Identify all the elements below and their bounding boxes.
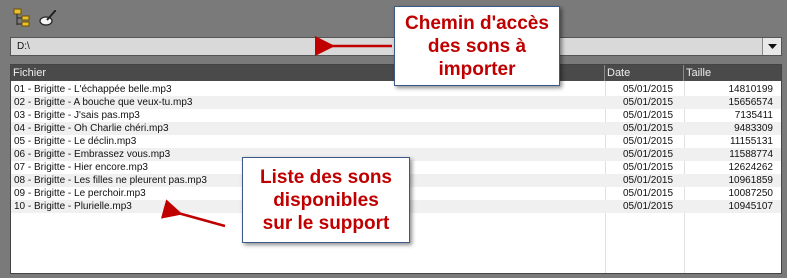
callout-list: Liste des sons disponibles sur le suppor…: [242, 157, 410, 243]
callout-path: Chemin d'accès des sons à importer: [394, 6, 560, 86]
chevron-down-icon: [767, 43, 777, 49]
size-cell: 10945107: [728, 201, 774, 212]
folder-tree-icon[interactable]: [12, 8, 32, 28]
file-name-cell: 10 - Brigitte - Plurielle.mp3: [14, 201, 132, 212]
file-name-cell: 06 - Brigitte - Embrassez vous.mp3: [14, 149, 171, 160]
size-cell: 7135411: [734, 110, 773, 121]
table-row[interactable]: 02 - Brigitte - A bouche que veux-tu.mp3…: [11, 96, 781, 109]
date-cell: 05/01/2015: [623, 162, 674, 173]
callout-line: importer: [438, 58, 516, 80]
file-name-cell: 02 - Brigitte - A bouche que veux-tu.mp3: [14, 97, 193, 108]
table-row[interactable]: 04 - Brigitte - Oh Charlie chéri.mp3 05/0…: [11, 122, 781, 135]
file-name-cell: 09 - Brigitte - Le perchoir.mp3: [14, 188, 146, 199]
date-cell: 05/01/2015: [623, 175, 674, 186]
size-cell: 10961859: [728, 175, 774, 186]
size-cell: 10087250: [728, 188, 774, 199]
date-cell: 05/01/2015: [623, 123, 674, 134]
column-header-size[interactable]: Taille: [684, 65, 781, 81]
size-cell: 12624262: [728, 162, 774, 173]
date-cell: 05/01/2015: [623, 149, 674, 160]
file-name-cell: 04 - Brigitte - Oh Charlie chéri.mp3: [14, 123, 169, 134]
path-value: D:\: [17, 41, 30, 52]
date-cell: 05/01/2015: [623, 136, 674, 147]
size-cell: 11588774: [729, 149, 773, 160]
size-cell: 9483309: [734, 123, 773, 134]
file-name-cell: 03 - Brigitte - J'sais pas.mp3: [14, 110, 140, 121]
size-cell: 15656574: [728, 97, 774, 108]
file-name-cell: 08 - Brigitte - Les filles ne pleurent p…: [14, 175, 207, 186]
callout-line: des sons à: [427, 35, 527, 57]
callout-line: Liste des sons: [260, 166, 392, 188]
pen-icon[interactable]: [38, 8, 58, 28]
table-row[interactable]: 03 - Brigitte - J'sais pas.mp3 05/01/2015…: [11, 109, 781, 122]
table-row[interactable]: 05 - Brigitte - Le déclin.mp3 05/01/2015 1…: [11, 135, 781, 148]
file-name-cell: 07 - Brigitte - Hier encore.mp3: [14, 162, 148, 173]
date-cell: 05/01/2015: [623, 201, 674, 212]
date-cell: 05/01/2015: [623, 84, 674, 95]
size-cell: 14810199: [728, 84, 774, 95]
callout-line: sur le support: [262, 212, 390, 234]
file-name-cell: 01 - Brigitte - L'échappée belle.mp3: [14, 84, 172, 95]
callout-line: disponibles: [273, 189, 379, 211]
date-cell: 05/01/2015: [623, 97, 674, 108]
path-dropdown-button[interactable]: [762, 38, 781, 55]
callout-line: Chemin d'accès: [405, 12, 549, 34]
date-cell: 05/01/2015: [623, 188, 674, 199]
size-cell: 11155131: [729, 136, 773, 147]
date-cell: 05/01/2015: [623, 110, 674, 121]
file-name-cell: 05 - Brigitte - Le déclin.mp3: [14, 136, 137, 147]
column-header-date[interactable]: Date: [605, 65, 684, 81]
